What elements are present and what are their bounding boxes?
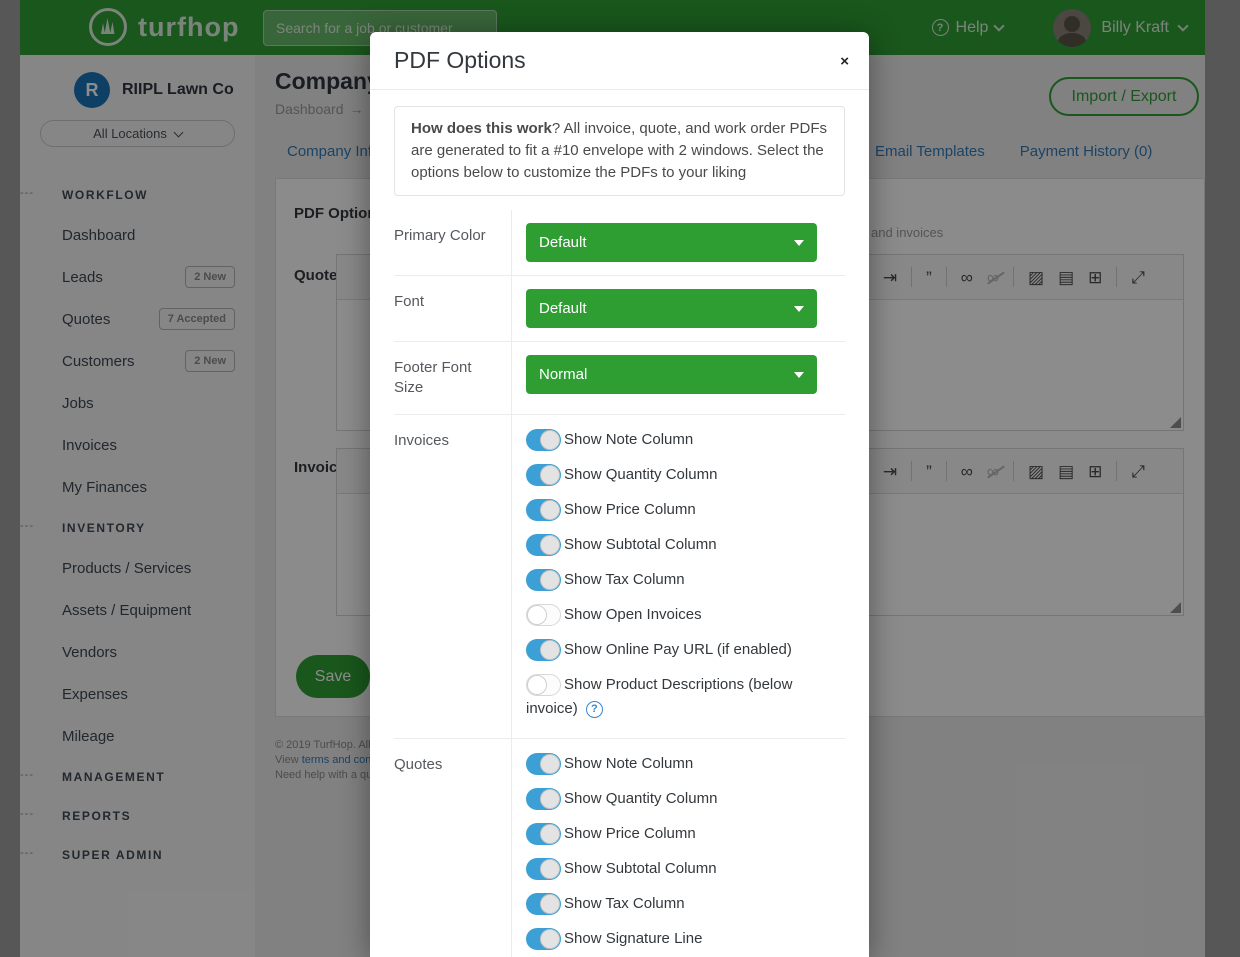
toggle-switch[interactable] (526, 823, 561, 845)
toggle-switch[interactable] (526, 569, 561, 591)
toggle-label: Show Open Invoices (564, 606, 702, 623)
toggle-label: Show Tax Column (564, 895, 685, 912)
footer-font-size-select[interactable]: Normal (526, 355, 817, 394)
toggle-knob (540, 500, 560, 520)
toggle-row: Show Price Column (526, 822, 817, 846)
toggle-label: Show Online Pay URL (if enabled) (564, 641, 792, 658)
toggle-label: Show Product Descriptions (below invoice… (526, 676, 792, 717)
modal-body: How does this work? All invoice, quote, … (370, 90, 869, 957)
toggle-knob (540, 465, 560, 485)
toggle-row: Show Online Pay URL (if enabled) (526, 638, 817, 662)
toggle-switch[interactable] (526, 534, 561, 556)
toggle-switch[interactable] (526, 753, 561, 775)
toggle-row: Show Quantity Column (526, 463, 817, 487)
toggle-label: Show Subtotal Column (564, 536, 717, 553)
pdf-options-modal: PDF Options × How does this work? All in… (370, 32, 869, 957)
toggle-switch[interactable] (526, 604, 561, 626)
toggle-label: Show Note Column (564, 755, 693, 772)
toggle-label: Show Price Column (564, 825, 696, 842)
toggle-row: Show Subtotal Column (526, 533, 817, 557)
toggle-knob (540, 570, 560, 590)
toggle-label: Show Price Column (564, 501, 696, 518)
font-select[interactable]: Default (526, 289, 817, 328)
toggle-row: Show Tax Column (526, 892, 817, 916)
toggle-row: Show Product Descriptions (below invoice… (526, 673, 817, 721)
toggle-row: Show Signature Line (526, 927, 817, 951)
select-row-control: Default (512, 276, 845, 341)
caret-down-icon (794, 372, 804, 378)
select-value: Default (539, 300, 587, 317)
toggle-knob (540, 859, 560, 879)
toggle-row: Show Open Invoices (526, 603, 817, 627)
select-row-control: Default (512, 210, 845, 275)
select-row: Primary Color Default (394, 210, 845, 275)
toggle-group-label: Invoices (394, 415, 512, 738)
toggle-knob (540, 640, 560, 660)
toggle-knob (540, 754, 560, 774)
toggle-row: Show Note Column (526, 752, 817, 776)
toggle-row: Show Note Column (526, 428, 817, 452)
toggle-knob (540, 824, 560, 844)
toggle-row: Show Tax Column (526, 568, 817, 592)
toggle-row: Show Quantity Column (526, 787, 817, 811)
toggle-label: Show Subtotal Column (564, 860, 717, 877)
toggle-label: Show Signature Line (564, 930, 702, 947)
select-value: Default (539, 234, 587, 251)
info-box: How does this work? All invoice, quote, … (394, 106, 845, 196)
toggle-switch[interactable] (526, 499, 561, 521)
modal-title: PDF Options (394, 47, 526, 74)
select-row-label: Footer Font Size (394, 342, 512, 414)
toggle-switch[interactable] (526, 674, 561, 696)
toggle-label: Show Note Column (564, 431, 693, 448)
info-bold-text: How does this work (411, 120, 552, 137)
toggle-group-row: Quotes Show Note Column Show Quantity Colu… (394, 738, 845, 957)
toggle-knob (540, 894, 560, 914)
toggle-knob (527, 605, 547, 625)
toggle-switch[interactable] (526, 464, 561, 486)
toggle-group-label: Quotes (394, 739, 512, 957)
caret-down-icon (794, 240, 804, 246)
toggle-switch[interactable] (526, 639, 561, 661)
toggle-switch[interactable] (526, 429, 561, 451)
select-row-label: Font (394, 276, 512, 341)
toggle-switch[interactable] (526, 928, 561, 950)
select-row: Font Default (394, 275, 845, 341)
select-row: Footer Font Size Normal (394, 341, 845, 414)
toggle-label: Show Quantity Column (564, 790, 717, 807)
toggle-row: Show Price Column (526, 498, 817, 522)
toggle-switch[interactable] (526, 893, 561, 915)
toggle-switch[interactable] (526, 788, 561, 810)
select-row-control: Normal (512, 342, 845, 414)
primary-color-select[interactable]: Default (526, 223, 817, 262)
toggle-switch[interactable] (526, 858, 561, 880)
toggle-knob (540, 789, 560, 809)
modal-header: PDF Options × (370, 32, 869, 90)
caret-down-icon (794, 306, 804, 312)
toggle-knob (540, 535, 560, 555)
toggle-label: Show Tax Column (564, 571, 685, 588)
close-icon[interactable]: × (840, 54, 849, 69)
toggle-group-row: Invoices Show Note Column Show Quantity Co… (394, 414, 845, 738)
toggle-knob (540, 929, 560, 949)
help-tooltip-icon[interactable]: ? (586, 701, 603, 718)
toggle-knob (540, 430, 560, 450)
toggle-label: Show Quantity Column (564, 466, 717, 483)
select-row-label: Primary Color (394, 210, 512, 275)
toggle-row: Show Subtotal Column (526, 857, 817, 881)
toggle-group-controls: Show Note Column Show Quantity Column Show… (512, 415, 845, 738)
toggle-knob (527, 675, 547, 695)
toggle-group-controls: Show Note Column Show Quantity Column Show… (512, 739, 845, 957)
select-value: Normal (539, 366, 587, 383)
modal-form: Primary Color Default Font Default Footer Fo… (394, 210, 845, 957)
